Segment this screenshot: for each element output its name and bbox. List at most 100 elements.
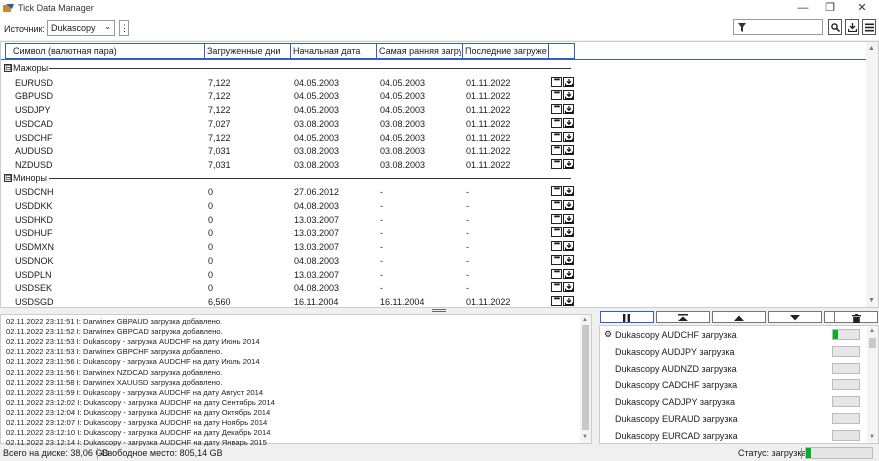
column-header-earliest[interactable]: Самая ранняя загру...: [379, 46, 461, 56]
row-download-button[interactable]: [563, 104, 574, 115]
row-download-button[interactable]: [563, 282, 574, 293]
scroll-up-icon[interactable]: ▲: [868, 45, 875, 52]
table-row[interactable]: EURUSD 7,122 04.05.2003 04.05.2003 01.11.202…: [1, 75, 867, 90]
queue-item[interactable]: Dukascopy EURCAD загрузка: [600, 428, 868, 444]
download-all-button[interactable]: [845, 19, 859, 35]
table-row[interactable]: USDNOK 0 04.08.2003 - - •••: [1, 253, 867, 268]
row-options-button[interactable]: •••: [551, 199, 562, 210]
queue-item[interactable]: Dukascopy CADCHF загрузка: [600, 377, 868, 393]
maximize-button[interactable]: ❐: [816, 1, 844, 15]
row-download-button[interactable]: [563, 90, 574, 101]
row-options-button[interactable]: •••: [551, 267, 562, 279]
scroll-down-icon[interactable]: ▼: [868, 297, 875, 304]
queue-item[interactable]: Dukascopy CADJPY загрузка: [600, 394, 868, 410]
column-divider[interactable]: [462, 43, 463, 59]
menu-button[interactable]: [862, 19, 876, 35]
collapse-icon[interactable]: ⊟: [4, 64, 12, 72]
row-download-button[interactable]: [563, 117, 574, 128]
table-row[interactable]: USDCNH 0 27.06.2012 - - •••: [1, 185, 867, 199]
column-divider[interactable]: [204, 43, 205, 59]
row-options-button[interactable]: •••: [551, 157, 562, 169]
scroll-up-icon[interactable]: ▲: [869, 328, 875, 334]
download-icon: [565, 270, 573, 278]
cell-symbol: USDCHF: [15, 132, 53, 143]
collapse-icon[interactable]: ⊟: [4, 173, 12, 182]
minimize-button[interactable]: —: [789, 1, 817, 15]
queue-item[interactable]: Dukascopy EURAUD загрузка: [600, 411, 868, 427]
cell-start-date: 13.03.2007: [294, 242, 340, 253]
table-row[interactable]: NZDUSD 7,031 03.08.2003 03.08.2003 01.11.202…: [1, 157, 867, 172]
table-row[interactable]: USDJPY 7,122 04.05.2003 04.05.2003 01.11.202…: [1, 103, 867, 117]
queue-item[interactable]: Dukascopy AUDJPY загрузка: [600, 344, 868, 360]
queue-item[interactable]: Dukascopy AUDNZD загрузка: [600, 361, 868, 377]
queue-scroll-thumb[interactable]: [869, 338, 876, 348]
splitter-handle[interactable]: [432, 309, 446, 313]
column-header-latest[interactable]: Последние загруже...: [465, 46, 547, 56]
row-download-button[interactable]: [563, 76, 574, 87]
table-row[interactable]: USDSEK 0 04.08.2003 - - •••: [1, 281, 867, 295]
row-options-button[interactable]: •••: [551, 116, 562, 128]
column-header-symbol[interactable]: Символ (валютная пара): [13, 46, 203, 56]
row-download-button[interactable]: [563, 145, 574, 156]
source-select[interactable]: Dukascopy ⌄: [47, 20, 115, 36]
row-options-button[interactable]: •••: [551, 89, 562, 101]
group-header[interactable]: ⊟ Миноры: [1, 172, 867, 185]
queue-item[interactable]: ⚙ Dukascopy AUDCHF загрузка: [600, 327, 868, 343]
column-divider[interactable]: [548, 43, 549, 59]
queue-scrollbar[interactable]: ▲ ▼: [867, 326, 878, 443]
row-download-button[interactable]: [563, 227, 574, 238]
row-download-button[interactable]: [563, 158, 574, 169]
move-down-button[interactable]: [768, 311, 822, 323]
column-header-start[interactable]: Начальная дата: [293, 46, 375, 56]
table-row[interactable]: USDCAD 7,027 03.08.2003 03.08.2003 01.11.202…: [1, 116, 867, 131]
log-scrollbar[interactable]: ▲ ▼: [580, 315, 591, 443]
column-divider[interactable]: [376, 43, 377, 59]
row-options-button[interactable]: •••: [551, 281, 562, 293]
row-options-button[interactable]: •••: [551, 75, 562, 87]
row-download-button[interactable]: [563, 200, 574, 210]
row-download-button[interactable]: [563, 241, 574, 252]
row-options-button[interactable]: •••: [551, 212, 562, 224]
row-options-button[interactable]: •••: [551, 103, 562, 115]
move-up-button[interactable]: [712, 311, 766, 323]
table-row[interactable]: GBPUSD 7,122 04.05.2003 04.05.2003 01.11.202…: [1, 89, 867, 103]
scroll-down-icon[interactable]: ▼: [869, 434, 875, 440]
table-row[interactable]: USDMXN 0 13.03.2007 - - •••: [1, 240, 867, 254]
row-download-button[interactable]: [563, 268, 574, 279]
move-top-button[interactable]: [656, 311, 710, 323]
table-row[interactable]: USDHKD 0 13.03.2007 - - •••: [1, 212, 867, 227]
row-download-button[interactable]: [563, 131, 574, 142]
search-button[interactable]: [828, 19, 842, 35]
row-options-button[interactable]: •••: [551, 240, 562, 252]
scroll-down-icon[interactable]: ▼: [582, 434, 588, 440]
column-header-days[interactable]: Загруженные дни: [207, 46, 289, 56]
row-download-button[interactable]: [563, 295, 574, 306]
row-options-button[interactable]: •••: [551, 294, 562, 306]
table-row[interactable]: USDCHF 7,122 04.05.2003 04.05.2003 01.11.202…: [1, 130, 867, 145]
table-row[interactable]: USDPLN 0 13.03.2007 - - •••: [1, 267, 867, 282]
cell-symbol: USDHUF: [15, 228, 53, 239]
table-row[interactable]: USDHUF 0 13.03.2007 - - •••: [1, 226, 867, 240]
source-options-button[interactable]: ⋮: [119, 20, 129, 36]
row-options-button[interactable]: •••: [551, 253, 562, 265]
column-divider[interactable]: [290, 43, 291, 59]
row-download-button[interactable]: [563, 254, 574, 265]
log-scroll-thumb[interactable]: [582, 325, 589, 430]
delete-button[interactable]: [834, 311, 878, 323]
table-row[interactable]: USDDKK 0 04.08.2003 - - •••: [1, 199, 867, 213]
table-row[interactable]: USDSGD 6,560 16.11.2004 16.11.2004 01.11.202…: [1, 294, 867, 307]
scroll-up-icon[interactable]: ▲: [582, 317, 588, 323]
cell-earliest-date: -: [380, 201, 383, 211]
row-options-button[interactable]: •••: [551, 185, 562, 197]
row-download-button[interactable]: [563, 213, 574, 224]
row-options-button[interactable]: •••: [551, 130, 562, 142]
group-header[interactable]: ⊟ Мажоры: [1, 62, 867, 75]
filter-input[interactable]: [733, 19, 823, 35]
pause-button[interactable]: [600, 311, 654, 323]
row-options-button[interactable]: •••: [551, 226, 562, 238]
row-options-button[interactable]: •••: [551, 144, 562, 156]
grid-scrollbar[interactable]: ▲ ▼: [866, 42, 878, 307]
row-download-button[interactable]: [563, 186, 574, 197]
close-button[interactable]: ✕: [848, 1, 876, 15]
table-row[interactable]: AUDUSD 7,031 03.08.2003 03.08.2003 01.11.202…: [1, 144, 867, 158]
